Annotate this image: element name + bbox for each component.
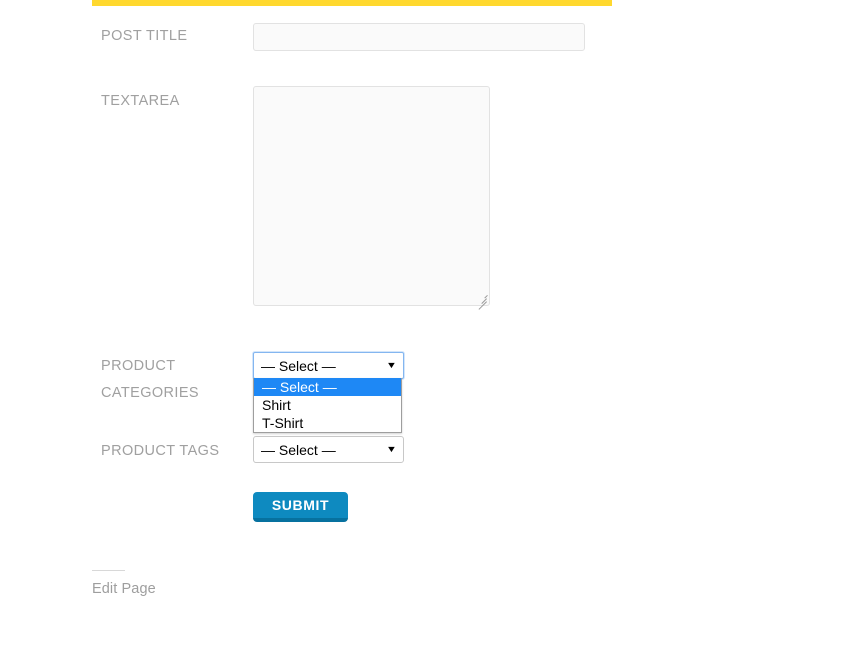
product-tags-select[interactable]: — Select — ▼ xyxy=(253,436,404,463)
textarea-input[interactable] xyxy=(253,86,490,306)
label-textarea: TEXTAREA xyxy=(101,93,180,109)
form-row-product-tags: PRODUCT TAGS xyxy=(0,438,847,468)
footer-divider xyxy=(92,570,125,571)
post-title-input[interactable] xyxy=(253,23,585,51)
dropdown-option-shirt[interactable]: Shirt xyxy=(254,396,401,414)
edit-page-link[interactable]: Edit Page xyxy=(92,581,156,597)
form-row-product-categories: PRODUCT CATEGORIES xyxy=(0,353,847,408)
submit-button[interactable]: SUBMIT xyxy=(253,492,348,522)
label-product-categories-line2: CATEGORIES xyxy=(101,385,199,401)
product-tags-select-value: — Select — xyxy=(261,441,336,458)
product-categories-select-value: — Select — xyxy=(261,357,336,374)
dropdown-option-t-shirt[interactable]: T-Shirt xyxy=(254,414,401,432)
chevron-down-icon: ▼ xyxy=(385,444,398,454)
label-product-categories-line1: PRODUCT xyxy=(101,358,176,374)
top-accent-bar xyxy=(92,0,612,6)
label-product-tags: PRODUCT TAGS xyxy=(101,443,220,459)
dropdown-option-select[interactable]: — Select — xyxy=(254,378,401,396)
product-categories-dropdown-list[interactable]: — Select — Shirt T-Shirt xyxy=(253,378,402,433)
chevron-down-icon: ▼ xyxy=(385,360,398,370)
product-categories-select[interactable]: — Select — ▼ xyxy=(253,352,404,379)
label-post-title: POST TITLE xyxy=(101,28,188,44)
